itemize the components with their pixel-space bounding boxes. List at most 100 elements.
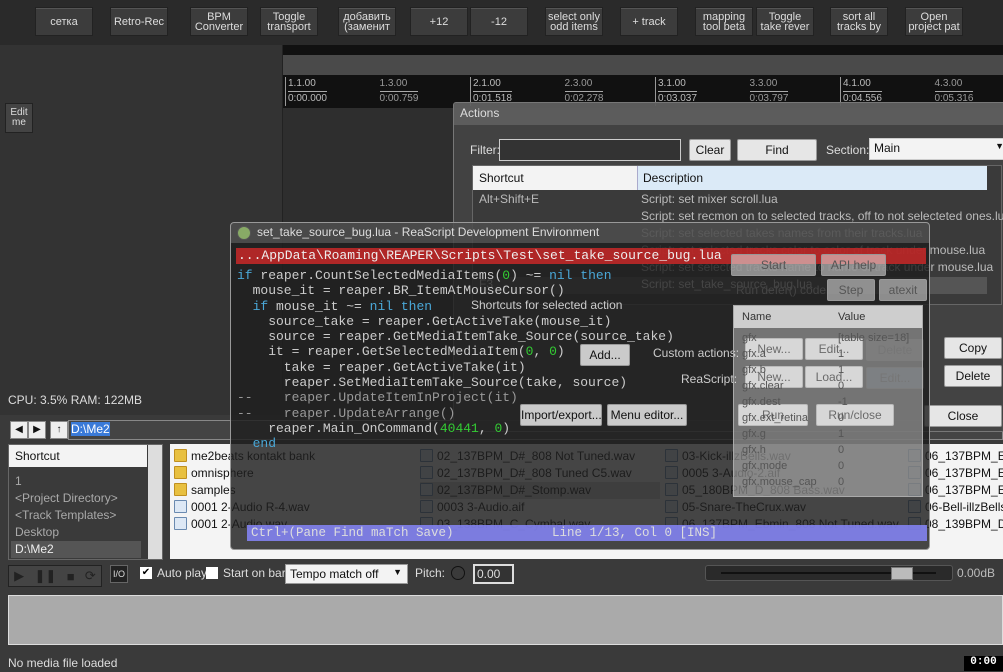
- toolbar-button[interactable]: mapping tool beta: [695, 7, 753, 36]
- ruler-time: 0:00.759: [379, 93, 419, 104]
- shortcut-item[interactable]: Desktop: [11, 524, 141, 541]
- shortcut-item[interactable]: D:\Me2: [11, 541, 141, 558]
- media-status: No media file loaded: [8, 656, 118, 670]
- step-button[interactable]: Step: [827, 279, 875, 301]
- clear-button[interactable]: Clear: [689, 139, 731, 161]
- ruler-marker: 1.3.00 0:00.759: [378, 77, 419, 106]
- variable-row[interactable]: gfx.a 1: [742, 348, 912, 365]
- variables-list[interactable]: Name Value gfx [table size=18] gfx.a 1 gfx.b…: [733, 305, 923, 497]
- code-line: reaper.Main_OnCommand(40441, 0): [237, 420, 511, 436]
- variable-row[interactable]: gfx.g 1: [742, 428, 912, 445]
- variable-name: gfx.b: [742, 364, 766, 376]
- shortcut-header[interactable]: Shortcut: [9, 445, 147, 467]
- toolbar-button[interactable]: sort all tracks by: [830, 7, 888, 36]
- audio-file-icon: [174, 500, 187, 513]
- variable-row[interactable]: gfx.ext_retina 0: [742, 412, 912, 429]
- atexit-button[interactable]: atexit: [879, 279, 927, 301]
- action-shortcut: Alt+Shift+E: [479, 192, 540, 206]
- tempo-match-select[interactable]: Tempo match off ▼: [285, 564, 408, 584]
- folder-icon: [174, 483, 187, 496]
- back-button[interactable]: ◀: [10, 421, 28, 439]
- volume-thumb[interactable]: [890, 567, 913, 580]
- run-defer-checkbox[interactable]: Run defer() code: [736, 283, 826, 297]
- toolbar-button[interactable]: сетка: [35, 7, 93, 36]
- variable-row[interactable]: gfx.dest -1: [742, 396, 912, 413]
- toolbar-button[interactable]: Toggle transport: [260, 7, 318, 36]
- copy-button[interactable]: Copy: [944, 337, 1002, 359]
- filter-input[interactable]: [499, 139, 681, 161]
- shortcut-list[interactable]: Shortcut 1 <Project Directory> <Track Temp…: [8, 444, 163, 560]
- start-on-bar-checkbox[interactable]: [206, 567, 218, 579]
- shortcut-item[interactable]: 1: [11, 473, 141, 490]
- toolbar-button[interactable]: -12: [470, 7, 528, 36]
- up-folder-button[interactable]: ↑: [50, 421, 68, 439]
- variable-value: -1: [838, 396, 848, 408]
- variable-row[interactable]: gfx [table size=18]: [742, 332, 912, 349]
- volume-slider[interactable]: [705, 565, 953, 581]
- play-icon[interactable]: ▶: [14, 568, 24, 584]
- stop-icon[interactable]: ■: [67, 569, 75, 584]
- toolbar-button[interactable]: Open project pat: [905, 7, 963, 36]
- file-item[interactable]: samples: [174, 482, 236, 499]
- section-select[interactable]: Main ▼: [869, 138, 1003, 160]
- autoplay-checkbox[interactable]: ✔: [140, 567, 152, 579]
- code-line: -- reaper.UpdateItemInProject(it): [237, 390, 518, 406]
- pitch-input[interactable]: 0.00: [473, 564, 514, 584]
- volume-value: 0.00dB: [957, 566, 996, 580]
- variable-name: gfx.dest: [742, 396, 781, 408]
- variable-value: 1: [838, 428, 845, 440]
- col-shortcut[interactable]: Shortcut: [479, 171, 524, 185]
- toolbar-button[interactable]: Retro-Rec: [110, 7, 168, 36]
- pitch-knob[interactable]: [451, 566, 465, 580]
- api-help-button[interactable]: API help: [821, 254, 886, 276]
- file-name: 06-Bell-illzBells: [925, 500, 1003, 514]
- preview-transport: ▶ ❚❚ ■ ⟳ I/O ✔ Auto play Start on bar Tempo…: [0, 564, 1003, 589]
- variable-name: gfx.mode: [742, 460, 788, 472]
- io-button[interactable]: I/O: [110, 565, 128, 583]
- variable-row[interactable]: gfx.h 0: [742, 444, 912, 461]
- variable-row[interactable]: gfx.clear 0: [742, 380, 912, 397]
- shortcut-item[interactable]: <Project Directory>: [11, 490, 141, 507]
- ruler-bar: 4.1.00: [843, 77, 882, 92]
- col-value[interactable]: Value: [838, 311, 865, 323]
- actions-title: Actions: [454, 103, 1003, 125]
- toolbar-button[interactable]: BPM Converter: [190, 7, 248, 36]
- ruler-bar: 3.3.00: [749, 77, 789, 92]
- toolbar-button[interactable]: добавить (заменит: [338, 7, 396, 36]
- pause-icon[interactable]: ❚❚: [35, 568, 57, 584]
- import-export-button[interactable]: Import/export...: [520, 404, 602, 426]
- variable-row[interactable]: gfx.mode 0: [742, 460, 912, 477]
- menu-editor-button[interactable]: Menu editor...: [607, 404, 687, 426]
- variable-row[interactable]: gfx.mouse_cap 0: [742, 476, 912, 493]
- action-row[interactable]: Alt+Shift+E Script: set mixer scroll.lua: [473, 192, 987, 209]
- arrange-top: [283, 45, 1003, 55]
- folder-icon: [174, 466, 187, 479]
- toolbar-button[interactable]: + track: [620, 7, 678, 36]
- folder-icon: [174, 449, 187, 462]
- col-name[interactable]: Name: [742, 311, 771, 323]
- close-button[interactable]: Close: [924, 405, 1002, 427]
- ruler-bar: 2.3.00: [564, 77, 604, 92]
- file-name: 06_137BPM_Eb: [925, 483, 1003, 497]
- time-display: 0:00: [964, 656, 1003, 671]
- find-shortcut-button[interactable]: Find shortcut...: [737, 139, 817, 177]
- forward-button[interactable]: ▶: [28, 421, 46, 439]
- arrange-scroll[interactable]: [283, 55, 1003, 75]
- code-line: end: [252, 436, 277, 452]
- variable-row[interactable]: gfx.b 1: [742, 364, 912, 381]
- loop-icon[interactable]: ⟳: [85, 568, 96, 584]
- col-description[interactable]: Description: [637, 166, 987, 190]
- waveform-preview[interactable]: [8, 595, 1003, 645]
- toolbar-button[interactable]: +12: [410, 7, 468, 36]
- toolbar-button[interactable]: select only odd items: [545, 7, 603, 36]
- add-shortcut-button[interactable]: Add...: [580, 344, 630, 366]
- start-button[interactable]: Start: [731, 254, 816, 276]
- shortcut-scrollbar[interactable]: [148, 445, 162, 559]
- delete-reascript-button[interactable]: Delete: [944, 365, 1002, 387]
- edit-me-button[interactable]: Edit me: [5, 103, 33, 133]
- code-line: -- reaper.UpdateArrange(): [237, 405, 456, 421]
- variable-value: 0: [838, 476, 845, 488]
- toolbar-button[interactable]: Toggle take rever: [756, 7, 814, 36]
- shortcut-item[interactable]: <Track Templates>: [11, 507, 141, 524]
- variable-name: gfx.g: [742, 428, 766, 440]
